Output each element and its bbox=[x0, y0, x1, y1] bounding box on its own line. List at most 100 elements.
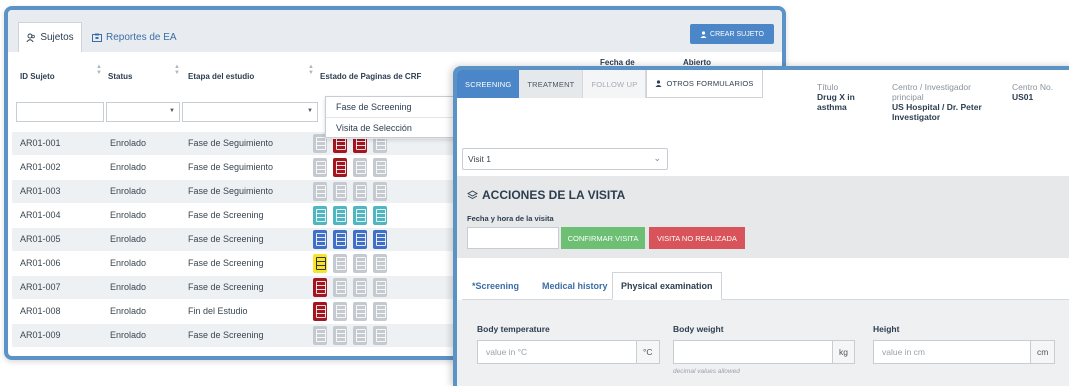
visit-not-done-button[interactable]: VISITA NO REALIZADA bbox=[649, 227, 745, 249]
crf-page-icon[interactable] bbox=[353, 230, 367, 249]
crf-pages bbox=[313, 302, 387, 321]
filter-status-select[interactable]: ▼ bbox=[106, 102, 180, 122]
crf-page-icon[interactable] bbox=[373, 302, 387, 321]
crf-page-icon[interactable] bbox=[353, 326, 367, 345]
crf-page-icon[interactable] bbox=[313, 230, 327, 249]
crf-page-icon[interactable] bbox=[353, 182, 367, 201]
sort-icon[interactable]: ▲ ▼ bbox=[96, 64, 102, 76]
crf-page-icon[interactable] bbox=[373, 230, 387, 249]
crf-page-icon[interactable] bbox=[333, 206, 347, 225]
crf-page-icon[interactable] bbox=[333, 302, 347, 321]
header-etapa[interactable]: Etapa del estudio bbox=[188, 72, 254, 81]
chevron-down-icon: ▼ bbox=[169, 108, 175, 114]
tab-medical-history[interactable]: Medical history bbox=[534, 272, 616, 300]
weight-unit: kg bbox=[833, 340, 855, 364]
tab-otros-formularios[interactable]: OTROS FORMULARIOS bbox=[646, 70, 763, 98]
cell-status: Enrolado bbox=[110, 234, 147, 244]
tab-follow-up[interactable]: FOLLOW UP bbox=[583, 70, 647, 98]
crf-pages bbox=[313, 278, 387, 297]
header-id-sujeto[interactable]: ID Sujeto bbox=[20, 72, 55, 81]
crf-page-icon[interactable] bbox=[333, 158, 347, 177]
cell-status: Enrolado bbox=[110, 186, 147, 196]
crf-page-icon[interactable] bbox=[313, 206, 327, 225]
create-subject-button[interactable]: CREAR SUJETO bbox=[690, 24, 774, 44]
crf-page-icon[interactable] bbox=[353, 254, 367, 273]
etapa-dropdown-menu: Fase de Screening Visita de Selección bbox=[325, 96, 465, 139]
crf-page-icon[interactable] bbox=[313, 326, 327, 345]
visit-form-window: SCREENING TREATMENT FOLLOW UP OTROS FORM… bbox=[453, 66, 1069, 386]
crf-page-icon[interactable] bbox=[313, 254, 327, 273]
cell-id: AR01-008 bbox=[20, 306, 61, 316]
crf-pages bbox=[313, 326, 387, 345]
cell-status: Enrolado bbox=[110, 306, 147, 316]
confirm-visit-button[interactable]: CONFIRMAR VISITA bbox=[561, 227, 645, 249]
body-weight-input[interactable] bbox=[673, 340, 833, 364]
crf-page-icon[interactable] bbox=[373, 278, 387, 297]
filter-id-input[interactable] bbox=[16, 102, 104, 122]
height-label: Height bbox=[873, 324, 900, 334]
crf-page-icon[interactable] bbox=[373, 254, 387, 273]
visit-select[interactable]: Visit 1 ⌄ bbox=[462, 148, 668, 170]
visit-date-input[interactable] bbox=[467, 227, 559, 249]
height-input[interactable]: value in cm bbox=[873, 340, 1031, 364]
cell-status: Enrolado bbox=[110, 258, 147, 268]
tab-reportes[interactable]: Reportes de EA bbox=[92, 22, 177, 52]
cell-status: Enrolado bbox=[110, 210, 147, 220]
cell-status: Enrolado bbox=[110, 138, 147, 148]
cell-etapa: Fin del Estudio bbox=[188, 306, 248, 316]
body-temperature-input[interactable]: value in °C bbox=[477, 340, 637, 364]
crf-page-icon[interactable] bbox=[353, 206, 367, 225]
cell-id: AR01-003 bbox=[20, 186, 61, 196]
dropdown-option[interactable]: Fase de Screening bbox=[326, 97, 464, 118]
sort-icon[interactable]: ▲ ▼ bbox=[174, 64, 180, 76]
crf-page-icon[interactable] bbox=[313, 302, 327, 321]
cell-status: Enrolado bbox=[110, 162, 147, 172]
header-status[interactable]: Status bbox=[108, 72, 132, 81]
cell-etapa: Fase de Seguimiento bbox=[188, 138, 274, 148]
crf-page-icon[interactable] bbox=[333, 230, 347, 249]
crf-page-icon[interactable] bbox=[373, 326, 387, 345]
chevron-down-icon: ⌄ bbox=[653, 153, 661, 163]
tab-physical-examination[interactable]: Physical examination bbox=[612, 272, 722, 300]
crf-page-icon[interactable] bbox=[313, 158, 327, 177]
cell-id: AR01-002 bbox=[20, 162, 61, 172]
tab-treatment[interactable]: TREATMENT bbox=[519, 70, 584, 98]
crf-pages bbox=[313, 158, 387, 177]
sort-icon[interactable]: ▲ ▼ bbox=[308, 64, 314, 76]
crf-page-icon[interactable] bbox=[333, 326, 347, 345]
users-icon bbox=[26, 33, 36, 42]
tab-screening-form[interactable]: *Screening bbox=[464, 272, 527, 300]
filter-etapa-select[interactable]: ▼ bbox=[182, 102, 318, 122]
crf-page-icon[interactable] bbox=[353, 158, 367, 177]
crf-page-icon[interactable] bbox=[353, 278, 367, 297]
header-estado-paginas[interactable]: Estado de Paginas de CRF bbox=[320, 72, 421, 81]
tab-reportes-label: Reportes de EA bbox=[106, 31, 177, 43]
visit-actions-title-text: ACCIONES DE LA VISITA bbox=[482, 188, 626, 202]
cell-id: AR01-009 bbox=[20, 330, 61, 340]
titulo-value: Drug X in asthma bbox=[817, 92, 855, 112]
crf-page-icon[interactable] bbox=[333, 254, 347, 273]
cell-id: AR01-004 bbox=[20, 210, 61, 220]
crf-page-icon[interactable] bbox=[313, 278, 327, 297]
weight-hint: decimal values allowed bbox=[673, 368, 740, 375]
crf-page-icon[interactable] bbox=[373, 158, 387, 177]
dropdown-option[interactable]: Visita de Selección bbox=[326, 118, 464, 139]
crf-page-icon[interactable] bbox=[373, 182, 387, 201]
tab-sujetos-label: Sujetos bbox=[40, 32, 74, 43]
tab-screening[interactable]: SCREENING bbox=[457, 70, 520, 98]
form-tabs: *Screening Medical history Physical exam… bbox=[462, 272, 1069, 300]
crf-page-icon[interactable] bbox=[373, 206, 387, 225]
crf-page-icon[interactable] bbox=[333, 278, 347, 297]
crf-page-icon[interactable] bbox=[313, 182, 327, 201]
body-temperature-group: value in °C °C bbox=[477, 340, 660, 364]
create-subject-label: CREAR SUJETO bbox=[710, 30, 764, 38]
height-unit: cm bbox=[1031, 340, 1056, 364]
crf-page-icon[interactable] bbox=[353, 302, 367, 321]
cell-etapa: Fase de Seguimiento bbox=[188, 162, 274, 172]
cell-etapa: Fase de Screening bbox=[188, 330, 264, 340]
chevron-down-icon: ▼ bbox=[307, 108, 313, 114]
centro-value: US Hospital / Dr. Peter Investigator bbox=[892, 102, 982, 122]
tab-sujetos[interactable]: Sujetos bbox=[18, 22, 82, 52]
crf-page-icon[interactable] bbox=[333, 182, 347, 201]
height-group: value in cm cm bbox=[873, 340, 1056, 364]
